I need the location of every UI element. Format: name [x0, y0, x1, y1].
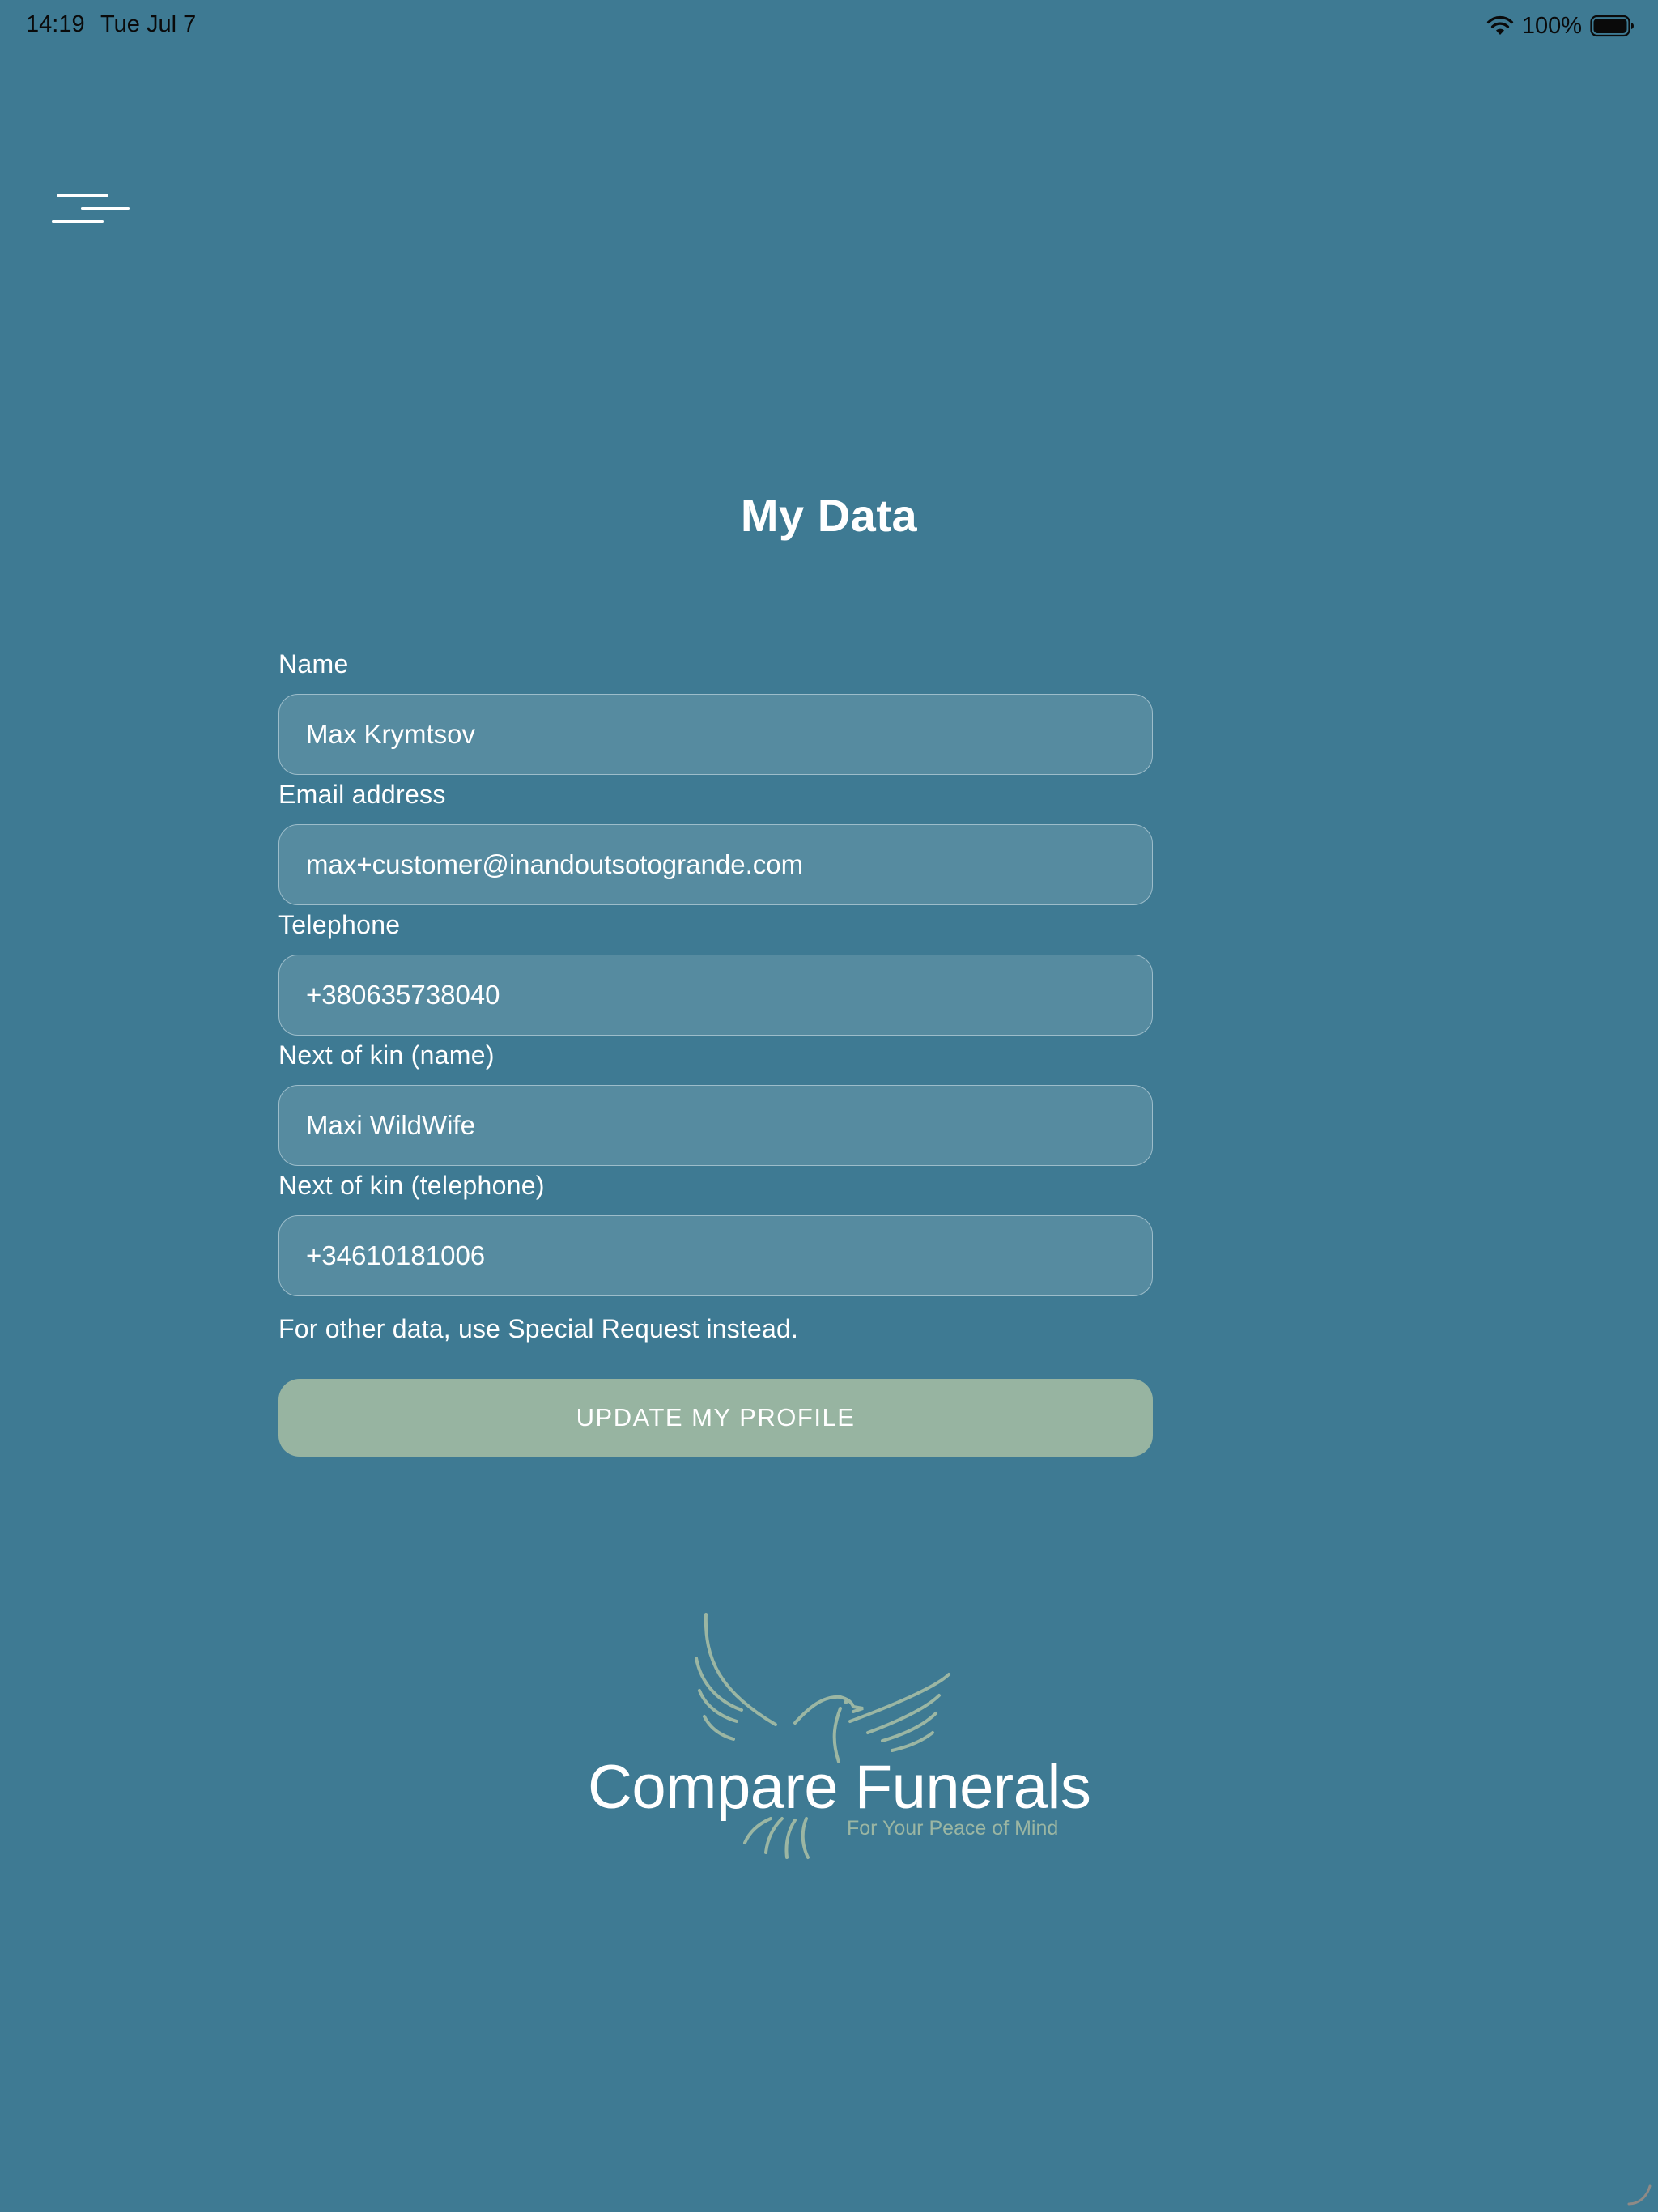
name-label: Name	[278, 649, 349, 678]
name-input[interactable]	[278, 694, 1153, 775]
hamburger-icon-line	[52, 220, 104, 223]
hamburger-icon	[57, 194, 108, 197]
status-date: Tue Jul 7	[100, 11, 197, 37]
status-time: 14:19	[26, 11, 85, 37]
next-of-kin-telephone-input[interactable]	[278, 1215, 1153, 1296]
helper-text: For other data, use Special Request inst…	[278, 1314, 799, 1343]
next-of-kin-name-input[interactable]	[278, 1085, 1153, 1166]
telephone-input[interactable]	[278, 955, 1153, 1036]
logo-wordmark: Compare Funerals	[588, 1753, 1091, 1822]
wifi-icon	[1486, 15, 1513, 35]
menu-button[interactable]	[49, 188, 134, 233]
status-bar: 14:19 Tue Jul 7 100%	[0, 0, 1658, 52]
status-indicators: 100%	[1486, 10, 1635, 42]
next-of-kin-telephone-label: Next of kin (telephone)	[278, 1171, 545, 1200]
next-of-kin-telephone-field-group: Next of kin (telephone)	[278, 1169, 1153, 1296]
hamburger-icon-line	[81, 207, 130, 210]
email-input[interactable]	[278, 824, 1153, 905]
resize-handle-icon	[1627, 2184, 1652, 2206]
page-title: My Data	[740, 490, 918, 541]
battery-icon	[1590, 15, 1634, 37]
telephone-label: Telephone	[278, 910, 401, 939]
company-logo: Compare Funerals For Your Peace of Mind	[583, 1611, 1091, 1862]
profile-form: Name Email address Telephone Next of kin…	[278, 648, 1153, 1457]
next-of-kin-name-label: Next of kin (name)	[278, 1040, 495, 1070]
battery-percent: 100%	[1521, 12, 1582, 39]
email-field-group: Email address	[278, 778, 1153, 905]
email-label: Email address	[278, 780, 446, 809]
name-field-group: Name	[278, 648, 1153, 775]
telephone-field-group: Telephone	[278, 908, 1153, 1036]
next-of-kin-name-field-group: Next of kin (name)	[278, 1039, 1153, 1166]
logo-tagline: For Your Peace of Mind	[847, 1817, 1059, 1840]
update-profile-button[interactable]: UPDATE MY PROFILE	[278, 1379, 1153, 1457]
